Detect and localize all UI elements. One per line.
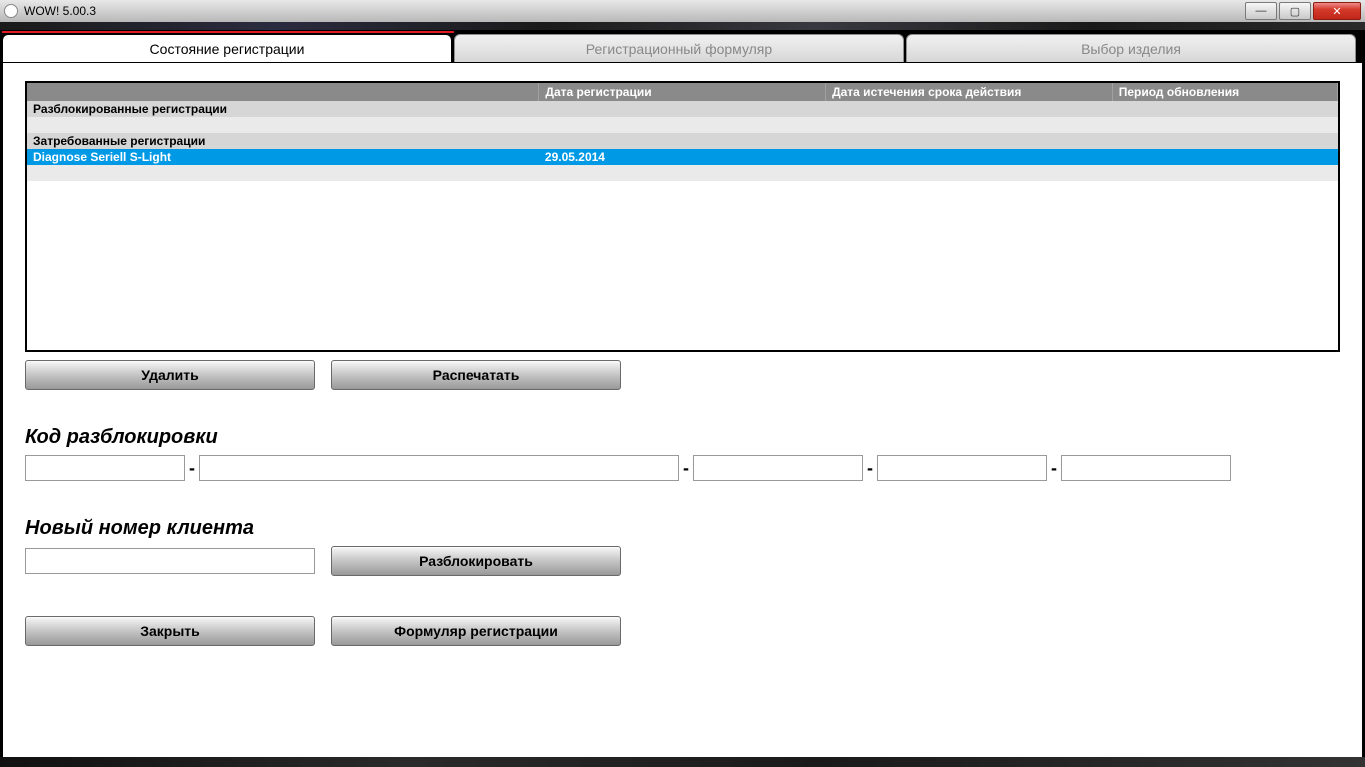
col-exp-date: Дата истечения срока действия [826, 83, 1113, 101]
group-requested[interactable]: Затребованные регистрации [27, 133, 1338, 149]
dash-separator: - [1049, 458, 1059, 479]
tab-product-select[interactable]: Выбор изделия [906, 34, 1356, 62]
dash-separator: - [187, 458, 197, 479]
col-period: Период обновления [1112, 83, 1337, 101]
window-title: WOW! 5.00.3 [24, 4, 1245, 18]
dash-separator: - [865, 458, 875, 479]
close-button[interactable]: Закрыть [25, 616, 315, 646]
tab-registration-form[interactable]: Регистрационный формуляр [454, 34, 904, 62]
grid-header-row: Дата регистрации Дата истечения срока де… [27, 83, 1338, 101]
close-icon: ✕ [1332, 5, 1341, 18]
bottom-decor [0, 757, 1365, 767]
app-icon [4, 4, 18, 18]
minimize-icon: — [1256, 5, 1267, 17]
group-unlocked[interactable]: Разблокированные регистрации [27, 101, 1338, 117]
unlock-code-2[interactable] [199, 455, 679, 481]
delete-button[interactable]: Удалить [25, 360, 315, 390]
unlock-code-fields: - - - - [25, 455, 1340, 481]
unlock-code-1[interactable] [25, 455, 185, 481]
new-customer-label: Новый номер клиента [25, 517, 1340, 540]
maximize-button[interactable]: ▢ [1279, 2, 1311, 20]
registration-form-button[interactable]: Формуляр регистрации [331, 616, 621, 646]
titlebar-decor [0, 22, 1365, 30]
print-button[interactable]: Распечатать [331, 360, 621, 390]
new-customer-input[interactable] [25, 548, 315, 574]
table-row[interactable] [27, 165, 1338, 181]
unlock-code-5[interactable] [1061, 455, 1231, 481]
tab-label: Регистрационный формуляр [586, 41, 772, 57]
tab-registration-status[interactable]: Состояние регистрации [2, 34, 452, 62]
unlock-code-label: Код разблокировки [25, 426, 1340, 449]
bottom-button-row: Закрыть Формуляр регистрации [25, 616, 1340, 646]
tab-label: Выбор изделия [1081, 41, 1181, 57]
col-name [27, 83, 539, 101]
registration-grid[interactable]: Дата регистрации Дата истечения срока де… [25, 81, 1340, 352]
group-label: Затребованные регистрации [27, 133, 1338, 149]
close-window-button[interactable]: ✕ [1313, 2, 1361, 20]
unlock-code-4[interactable] [877, 455, 1047, 481]
dash-separator: - [681, 458, 691, 479]
window-controls: — ▢ ✕ [1245, 2, 1361, 20]
tabs-row: Состояние регистрации Регистрационный фо… [0, 34, 1365, 62]
table-row-selected[interactable]: Diagnose Seriell S-Light 29.05.2014 [27, 149, 1338, 165]
grid-button-row: Удалить Распечатать [25, 360, 1340, 390]
tab-label: Состояние регистрации [150, 41, 305, 57]
table-row[interactable] [27, 117, 1338, 133]
new-customer-row: Разблокировать [25, 546, 1340, 576]
unlock-code-3[interactable] [693, 455, 863, 481]
minimize-button[interactable]: — [1245, 2, 1277, 20]
group-label: Разблокированные регистрации [27, 101, 1338, 117]
window-titlebar: WOW! 5.00.3 — ▢ ✕ [0, 0, 1365, 22]
col-reg-date: Дата регистрации [539, 83, 826, 101]
main-panel: Дата регистрации Дата истечения срока де… [2, 62, 1363, 764]
maximize-icon: ▢ [1290, 5, 1300, 18]
unlock-button[interactable]: Разблокировать [331, 546, 621, 576]
